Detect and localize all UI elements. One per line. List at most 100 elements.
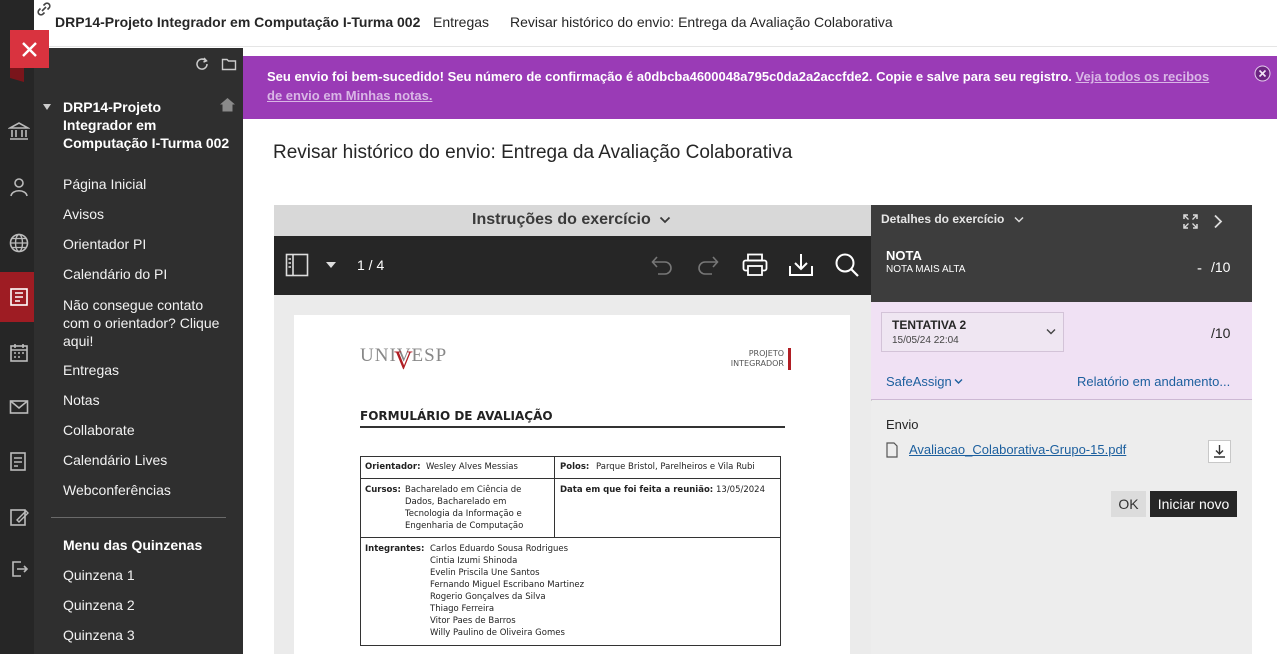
menu-item-quinzena-1[interactable]: Quinzena 1	[63, 567, 135, 583]
expand-icon[interactable]	[1183, 214, 1198, 229]
page-title: Revisar histórico do envio: Entrega da A…	[273, 142, 793, 163]
cursos-line: Dados, Bacharelado em	[405, 497, 507, 507]
download-icon[interactable]	[1208, 440, 1231, 463]
integrantes-label: Integrantes:	[365, 544, 425, 554]
univesp-logo-mark: V	[394, 346, 413, 375]
menu-item-contato-orientador[interactable]: Não consegue contato com o orientador? C…	[63, 296, 223, 350]
menu-item-collaborate[interactable]: Collaborate	[63, 422, 135, 438]
table-rule-2	[360, 537, 781, 538]
table-col-rule	[554, 456, 555, 537]
menu-item-orientador-pi[interactable]: Orientador PI	[63, 236, 146, 252]
grade-max: /10	[1211, 259, 1231, 275]
menu-item-calendario-pi[interactable]: Calendário do PI	[63, 266, 167, 282]
attempt-dropdown[interactable]: TENTATIVA 2 15/05/24 22:04	[881, 312, 1064, 352]
sign-out-icon[interactable]	[8, 558, 30, 580]
menu-item-avisos[interactable]: Avisos	[63, 206, 104, 222]
data-label: Data em que foi feita a reunião:	[560, 485, 714, 495]
close-course-menu-button[interactable]	[10, 30, 49, 82]
menu-item-entregas[interactable]: Entregas	[63, 362, 119, 378]
collapse-triangle-icon[interactable]	[42, 102, 52, 112]
cursos-line: Engenharia de Computação	[405, 521, 524, 531]
banner-text: Seu envio foi bem-sucedido! Seu número d…	[267, 67, 1227, 105]
integrante-item: Rogerio Gonçalves da Silva	[430, 592, 546, 602]
redo-icon[interactable]	[696, 254, 720, 276]
tools-icon[interactable]	[8, 506, 30, 528]
calendar-icon[interactable]	[8, 342, 30, 364]
integrante-item: Carlos Eduardo Sousa Rodrigues	[430, 544, 569, 554]
submission-section: Envio Avaliacao_Colaborativa-Grupo-15.pd…	[871, 401, 1252, 654]
search-icon[interactable]	[834, 252, 860, 278]
chevron-down-icon[interactable]	[659, 215, 671, 225]
pdf-page: UNIVESP V PROJETO INTEGRADOR FORMULÁRIO …	[294, 315, 850, 654]
details-header-label[interactable]: Detalhes do exercício	[881, 212, 1004, 226]
start-new-button[interactable]: Iniciar novo	[1150, 491, 1237, 517]
link-icon[interactable]	[37, 2, 51, 16]
integrante-item: Thiago Ferreira	[430, 604, 495, 614]
messages-icon[interactable]	[8, 396, 30, 418]
cursos-label: Cursos:	[365, 485, 401, 495]
print-icon[interactable]	[742, 253, 768, 277]
menu-item-pagina-inicial[interactable]: Página Inicial	[63, 176, 146, 192]
integrante-item: Evelin Priscila Une Santos	[430, 568, 540, 578]
course-menu-title[interactable]: DRP14-Projeto Integrador em Computação I…	[63, 98, 233, 152]
page-indicator[interactable]: 1 / 4	[357, 257, 384, 273]
sidebar-toggle-icon[interactable]	[285, 253, 309, 277]
grades-icon[interactable]	[8, 450, 30, 472]
ok-button[interactable]: OK	[1111, 491, 1146, 517]
menu-item-webconferencias[interactable]: Webconferências	[63, 482, 171, 498]
breadcrumb-section[interactable]: Entregas	[433, 14, 489, 30]
chevron-down-icon	[1046, 329, 1056, 335]
submission-file-link[interactable]: Avaliacao_Colaborativa-Grupo-15.pdf	[909, 442, 1126, 457]
cursos-line: Tecnologia da Informação e	[405, 509, 522, 519]
safeassign-link[interactable]: SafeAssign	[886, 374, 952, 389]
grade-value: -	[1197, 260, 1202, 277]
caret-down-icon[interactable]	[326, 262, 336, 269]
data-value: 13/05/2024	[716, 485, 765, 495]
attempt-date: 15/05/24 22:04	[892, 335, 959, 346]
undo-icon[interactable]	[650, 254, 674, 276]
menu-item-quinzena-2[interactable]: Quinzena 2	[63, 597, 135, 613]
attempt-label: TENTATIVA 2	[892, 318, 967, 332]
file-icon	[886, 442, 898, 458]
attempt-section: TENTATIVA 2 15/05/24 22:04 /10 SafeAssig…	[871, 302, 1252, 400]
submission-label: Envio	[886, 417, 919, 432]
menu-section-title: Menu das Quinzenas	[63, 537, 203, 553]
chevron-right-icon[interactable]	[1213, 214, 1223, 229]
profile-icon[interactable]	[8, 176, 30, 198]
breadcrumb-current: Revisar histórico do envio: Entrega da A…	[510, 14, 893, 30]
success-banner: Seu envio foi bem-sucedido! Seu número d…	[243, 56, 1277, 119]
download-icon[interactable]	[788, 252, 814, 278]
banner-message: Seu envio foi bem-sucedido! Seu número d…	[267, 69, 1072, 84]
polos-label: Polos:	[560, 462, 590, 472]
courses-icon[interactable]	[8, 286, 30, 308]
orientador-value: Wesley Alves Messias	[426, 462, 518, 472]
breadcrumb-course[interactable]: DRP14-Projeto Integrador em Computação I…	[55, 14, 420, 30]
grade-sublabel: NOTA MAIS ALTA	[886, 264, 966, 275]
table-rule-1	[360, 478, 781, 479]
form-title-rule	[360, 426, 785, 428]
menu-item-notas[interactable]: Notas	[63, 392, 100, 408]
chevron-down-icon[interactable]	[1014, 216, 1024, 224]
refresh-icon[interactable]	[194, 56, 210, 72]
home-icon[interactable]	[219, 96, 236, 113]
polos-value: Parque Bristol, Parelheiros e Vila Rubi	[596, 462, 755, 472]
pdf-toolbar: 1 / 4	[274, 236, 871, 295]
grade-summary: NOTA NOTA MAIS ALTA - /10	[871, 237, 1252, 302]
chevron-down-icon[interactable]	[954, 378, 963, 385]
projeto-label-2: INTEGRADOR	[730, 359, 784, 368]
integrante-item: Cintia Izumi Shinoda	[430, 556, 518, 566]
institution-icon[interactable]	[8, 120, 30, 142]
integrante-item: Fernando Miguel Escribano Martinez	[430, 580, 585, 590]
instructions-header[interactable]: Instruções do exercício	[274, 205, 871, 236]
menu-divider	[51, 517, 226, 518]
globe-icon[interactable]	[8, 232, 30, 254]
report-status-link[interactable]: Relatório em andamento...	[1077, 374, 1230, 389]
details-header: Detalhes do exercício	[871, 205, 1252, 237]
menu-item-calendario-lives[interactable]: Calendário Lives	[63, 452, 167, 468]
menu-item-quinzena-3[interactable]: Quinzena 3	[63, 627, 135, 643]
instructions-label[interactable]: Instruções do exercício	[472, 211, 651, 229]
folder-icon[interactable]	[221, 56, 237, 72]
grade-label: NOTA	[886, 248, 922, 263]
course-menu: DRP14-Projeto Integrador em Computação I…	[34, 48, 243, 654]
banner-close-icon[interactable]	[1254, 65, 1271, 82]
